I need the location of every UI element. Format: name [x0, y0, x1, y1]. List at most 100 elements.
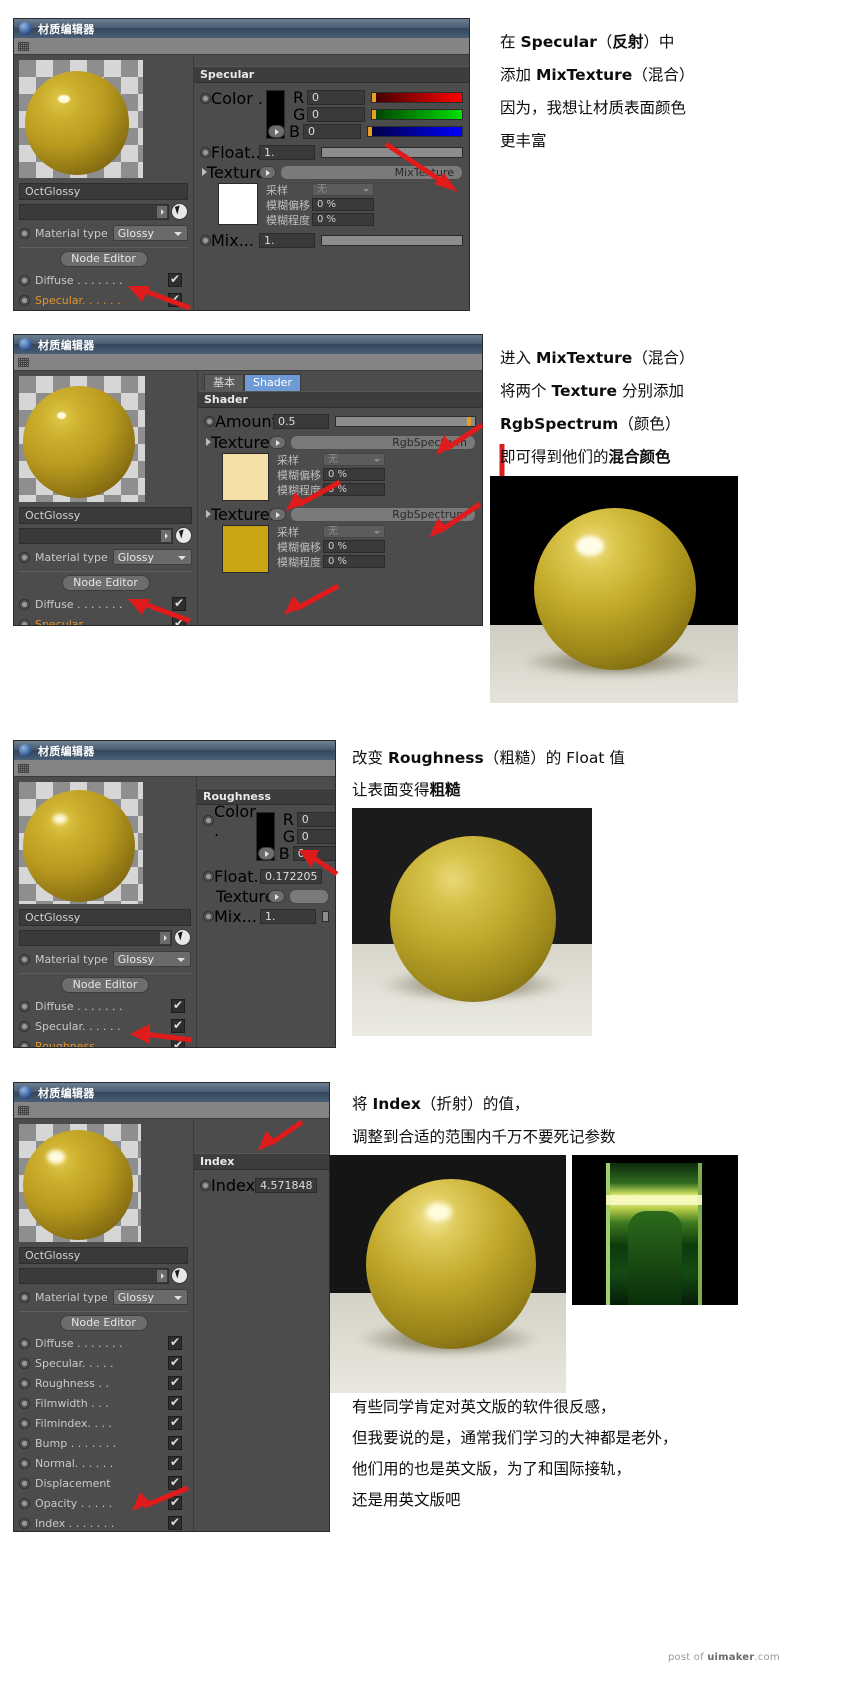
slider-knob-g[interactable] [372, 110, 376, 119]
material-editor-window-3[interactable]: 材质编辑器 OctGlossy Material type Glossy Nod… [13, 740, 336, 1048]
channel-checkbox-6-4[interactable] [168, 1455, 182, 1470]
roughness-b-field[interactable]: 0 [292, 846, 335, 861]
channel-radio-specular[interactable] [19, 294, 30, 306]
roughness-g-field[interactable]: 0 [296, 829, 335, 844]
specular-g-field[interactable]: 0 [307, 107, 365, 122]
channel-row-normal-4[interactable]: Normal. . . . . . [19, 1453, 188, 1473]
channel-row-filmindex-4[interactable]: Filmindex. . . . [19, 1413, 188, 1433]
channel-checkbox-3-4[interactable] [168, 1395, 182, 1410]
channel-checkbox-0-4[interactable] [168, 1335, 182, 1350]
channel-checkbox-specular-3[interactable] [171, 1018, 185, 1033]
roughness-mix-field[interactable]: 1. [260, 908, 316, 924]
node-editor-button[interactable]: Node Editor [59, 251, 148, 267]
toolbar-strip[interactable] [14, 38, 469, 55]
texture2-link-button[interactable] [269, 507, 286, 521]
material-type-select-3[interactable]: Glossy [112, 951, 191, 967]
drag-handle-icon[interactable] [18, 41, 29, 51]
roughness-color-radio[interactable] [203, 815, 214, 826]
slider-knob-b[interactable] [368, 127, 372, 136]
specular-b-field[interactable]: 0 [303, 124, 361, 139]
slider-knob-amount[interactable] [467, 416, 471, 426]
blur-amount-field-t1[interactable]: 0 % [323, 483, 385, 496]
index-radio[interactable] [200, 1179, 211, 1191]
channel-row-diffuse-2[interactable]: Diffuse . . . . . . . [19, 594, 192, 614]
material-type-radio-2[interactable] [19, 551, 30, 563]
channel-radio-3-4[interactable] [19, 1397, 30, 1409]
channel-row-displacement-4[interactable]: Displacement [19, 1473, 188, 1493]
chevron-right-icon[interactable] [160, 931, 170, 944]
channel-checkbox-5-4[interactable] [168, 1435, 182, 1450]
specular-mix-slider[interactable] [321, 234, 463, 246]
shader-amount-field[interactable]: 0.5 [273, 413, 329, 429]
channel-radio-9-4[interactable] [19, 1517, 30, 1529]
specular-mix-radio[interactable] [200, 234, 211, 246]
channel-row-bump-4[interactable]: Bump . . . . . . . [19, 1433, 188, 1453]
shader-amount-radio[interactable] [204, 415, 215, 427]
color-expand-button[interactable] [268, 125, 285, 138]
roughness-mix-slider[interactable] [322, 910, 329, 922]
material-link-field-3[interactable] [19, 929, 172, 946]
material-type-select[interactable]: Glossy [112, 225, 188, 241]
roughness-texture-link-button[interactable] [268, 889, 285, 903]
picker-cursor-icon[interactable] [175, 527, 192, 544]
blur-amount-field[interactable]: 0 % [312, 213, 374, 226]
channel-radio-6-4[interactable] [19, 1457, 30, 1469]
drag-handle-icon[interactable] [18, 357, 29, 367]
material-editor-window-2[interactable]: 材质编辑器 OctGlossy Material type Glossy Nod… [13, 334, 483, 626]
channel-radio-7-4[interactable] [19, 1477, 30, 1489]
tab-shader[interactable]: Shader [244, 374, 301, 391]
channel-radio-diffuse-2[interactable] [19, 598, 30, 610]
material-editor-window-4[interactable]: 材质编辑器 OctGlossy Material type Glossy Nod… [13, 1082, 330, 1532]
specular-color-radio[interactable] [200, 93, 211, 104]
material-type-radio[interactable] [19, 227, 30, 239]
material-preview-1[interactable] [19, 60, 143, 178]
channel-row-index-4[interactable]: Index . . . . . . . [19, 1513, 188, 1531]
channel-row-diffuse-3[interactable]: Diffuse . . . . . . . [19, 996, 191, 1016]
channel-radio-specular-3[interactable] [19, 1020, 30, 1032]
index-field[interactable]: 4.571848 [255, 1177, 317, 1193]
channel-row-specular-4[interactable]: Specular. . . . . [19, 1353, 188, 1373]
shader-texture1-field[interactable]: RgbSpectrum [290, 434, 476, 450]
material-type-select-2[interactable]: Glossy [112, 549, 192, 565]
material-editor-window-1[interactable]: 材质编辑器 OctGlossy Material type Glossy Nod… [13, 18, 470, 311]
channel-radio-roughness-3[interactable] [19, 1040, 30, 1047]
specular-r-slider[interactable] [371, 92, 463, 103]
slider-knob-r[interactable] [372, 93, 376, 102]
node-editor-button-3[interactable]: Node Editor [61, 977, 149, 993]
material-name-field-2[interactable]: OctGlossy [19, 507, 192, 524]
channel-radio-4-4[interactable] [19, 1417, 30, 1429]
channel-checkbox-4-4[interactable] [168, 1415, 182, 1430]
texture1-link-button[interactable] [269, 435, 286, 449]
channel-checkbox-diffuse-2[interactable] [172, 596, 186, 611]
shader-amount-slider[interactable] [335, 415, 476, 427]
channel-radio-8-4[interactable] [19, 1497, 30, 1509]
channel-checkbox-roughness-3[interactable] [171, 1038, 185, 1047]
channel-checkbox-specular-2[interactable] [172, 616, 186, 625]
picker-cursor-icon[interactable] [171, 1267, 188, 1284]
toolbar-strip-4[interactable] [14, 1102, 329, 1119]
chevron-right-icon[interactable] [161, 529, 171, 542]
roughness-mix-radio[interactable] [203, 910, 214, 922]
specular-g-slider[interactable] [371, 109, 463, 120]
material-preview-3[interactable] [19, 782, 143, 904]
channel-row-filmwidth-4[interactable]: Filmwidth . . . [19, 1393, 188, 1413]
material-link-field-2[interactable] [19, 527, 173, 544]
channel-checkbox-specular[interactable] [168, 292, 182, 307]
shader-texture2-field[interactable]: RgbSpectrum [290, 506, 476, 522]
material-type-radio-4[interactable] [19, 1291, 30, 1303]
channel-radio-5-4[interactable] [19, 1437, 30, 1449]
channel-row-roughness-3[interactable]: Roughness . . [19, 1036, 191, 1047]
channel-checkbox-2-4[interactable] [168, 1375, 182, 1390]
sampling-select[interactable]: 无 [312, 183, 374, 196]
channel-radio-0-4[interactable] [19, 1337, 30, 1349]
roughness-r-field[interactable]: 0 [296, 812, 335, 827]
channel-row-diffuse[interactable]: Diffuse . . . . . . . [19, 270, 188, 290]
specular-b-slider[interactable] [367, 126, 463, 137]
channel-radio-specular-2[interactable] [19, 618, 30, 625]
specular-texture-field[interactable]: MixTexture [280, 164, 463, 180]
channel-checkbox-8-4[interactable] [168, 1495, 182, 1510]
channel-radio-diffuse[interactable] [19, 274, 30, 286]
picker-cursor-icon[interactable] [174, 929, 191, 946]
specular-mix-field[interactable]: 1. [259, 232, 315, 248]
texture-thumbnail[interactable] [218, 183, 258, 225]
